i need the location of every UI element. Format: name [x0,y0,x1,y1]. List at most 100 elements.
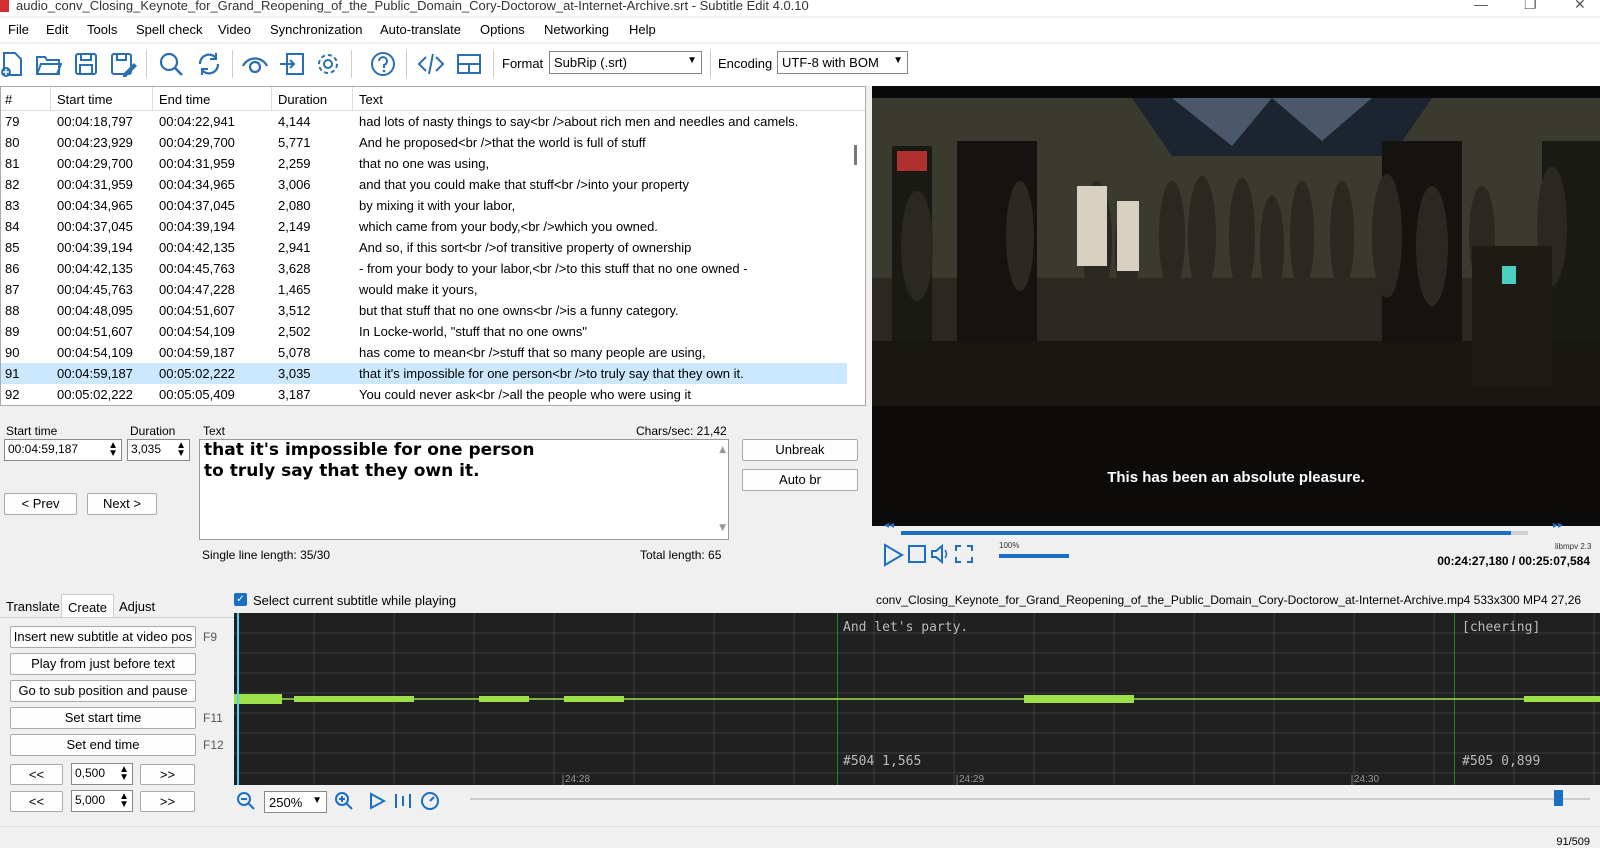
table-row[interactable]: 90 00:04:54,109 00:04:59,187 5,078 has come … [1,342,847,363]
stop-icon[interactable] [907,544,927,564]
goto-sub-pause-button[interactable]: Go to sub position and pause [10,680,196,702]
set-start-time-button[interactable]: Set start time [10,707,196,729]
table-row[interactable]: 88 00:04:48,095 00:04:51,607 3,512 but that … [1,300,847,321]
play-icon[interactable] [881,543,905,567]
spin-arrows-icon[interactable]: ▲ ▼ [119,765,129,783]
table-row[interactable]: 81 00:04:29,700 00:04:31,959 2,259 that no o… [1,153,847,174]
menu-video[interactable]: Video [218,22,251,37]
grid-scrollbar[interactable] [854,145,857,165]
minimize-icon[interactable]: — [1474,0,1488,11]
save-as-icon[interactable] [109,50,137,78]
spin-arrows-icon[interactable]: ▲ ▼ [176,441,186,459]
encoding-select[interactable]: UTF-8 with BOM ▼ [777,51,908,74]
maximize-icon[interactable]: ❐ [1524,0,1537,11]
menu-help[interactable]: Help [629,22,656,37]
settings-icon[interactable] [314,50,342,78]
column-separator[interactable] [152,87,153,111]
volume-icon[interactable] [930,544,952,564]
menu-options[interactable]: Options [480,22,525,37]
tab-adjust[interactable]: Adjust [113,594,161,618]
table-row[interactable]: 80 00:04:23,929 00:04:29,700 5,771 And he pr… [1,132,847,153]
subtitle-text-editor[interactable]: that it's impossible for one person to t… [199,439,729,540]
tab-create[interactable]: Create [61,594,115,618]
row-start-time: 00:04:23,929 [57,135,133,150]
jump-back-button[interactable]: << [10,791,63,812]
new-file-icon[interactable] [0,50,26,78]
next-button[interactable]: Next > [87,493,157,515]
scroll-up-icon[interactable]: ▲ [719,440,726,461]
visual-sync-icon[interactable] [241,50,269,78]
fix-common-errors-icon[interactable] [278,50,306,78]
menu-networking[interactable]: Networking [544,22,609,37]
col-text[interactable]: Text [359,92,383,107]
start-time-input[interactable]: 00:04:59,187 ▲ ▼ [4,439,122,461]
layout-icon[interactable] [455,50,483,78]
jump-forward-button[interactable]: >> [140,791,195,812]
table-row[interactable]: 92 00:05:02,222 00:05:05,409 3,187 You could… [1,384,847,405]
step-back-button[interactable]: << [10,764,63,785]
step-forward-button[interactable]: >> [140,764,195,785]
table-row[interactable]: 83 00:04:34,965 00:04:37,045 2,080 by mixing… [1,195,847,216]
playback-speed-icon[interactable] [420,791,440,811]
waveform-position-track[interactable] [470,798,1590,800]
zoom-in-icon[interactable] [334,791,354,811]
play-before-text-button[interactable]: Play from just before text [10,653,196,675]
scroll-down-icon[interactable]: ▼ [719,518,726,539]
spin-arrows-icon[interactable]: ▲ ▼ [119,792,129,810]
menu-edit[interactable]: Edit [46,22,68,37]
column-separator[interactable] [50,87,51,111]
tab-translate[interactable]: Translate [0,594,66,618]
spin-arrows-icon[interactable]: ▲ ▼ [108,441,118,459]
subtitle-grid[interactable]: # Start time End time Duration Text 79 00… [0,86,866,406]
set-end-time-button[interactable]: Set end time [10,734,196,756]
table-row[interactable]: 86 00:04:42,135 00:04:45,763 3,628 - from yo… [1,258,847,279]
fullscreen-icon[interactable] [954,544,974,564]
waveform-panel[interactable]: And let's party. [cheering] #504 1,565 #… [234,613,1600,785]
auto-br-button[interactable]: Auto br [742,469,858,491]
table-row[interactable]: 87 00:04:45,763 00:04:47,228 1,465 would mak… [1,279,847,300]
find-icon[interactable] [157,50,185,78]
volume-slider[interactable] [999,554,1069,558]
col-number[interactable]: # [5,92,12,107]
table-row[interactable]: 89 00:04:51,607 00:04:54,109 2,502 In Locke-… [1,321,847,342]
menu-auto-translate[interactable]: Auto-translate [380,22,461,37]
open-folder-icon[interactable] [34,50,62,78]
video-progress[interactable] [901,531,1528,535]
rewind-icon[interactable]: ◂◂ [884,520,894,531]
zoom-select[interactable]: 250% ▼ [264,791,327,813]
step-small-input[interactable]: 0,500 ▲ ▼ [71,763,133,785]
fast-forward-icon[interactable]: ▸▸ [1553,520,1563,531]
table-row[interactable]: 85 00:04:39,194 00:04:42,135 2,941 And so, i… [1,237,847,258]
format-select[interactable]: SubRip (.srt) ▼ [549,51,702,74]
column-separator[interactable] [271,87,272,111]
source-view-icon[interactable] [417,50,445,78]
waveform-center-icon[interactable] [394,792,412,810]
prev-button[interactable]: < Prev [4,493,77,515]
waveform-play-icon[interactable] [368,792,386,810]
col-duration[interactable]: Duration [278,92,327,107]
table-row[interactable]: 84 00:04:37,045 00:04:39,194 2,149 which cam… [1,216,847,237]
zoom-out-icon[interactable] [236,791,256,811]
menu-tools[interactable]: Tools [87,22,117,37]
table-row[interactable]: 79 00:04:18,797 00:04:22,941 4,144 had lots … [1,111,847,132]
column-separator[interactable] [352,87,353,111]
menu-spell-check[interactable]: Spell check [136,22,202,37]
waveform-position-thumb[interactable] [1554,790,1563,806]
col-start-time[interactable]: Start time [57,92,113,107]
replace-icon[interactable] [195,50,223,78]
col-end-time[interactable]: End time [159,92,210,107]
insert-subtitle-button[interactable]: Insert new subtitle at video pos [10,626,196,648]
help-icon[interactable] [369,50,397,78]
select-while-playing-checkbox[interactable]: ✓ [234,593,247,606]
step-large-input[interactable]: 5,000 ▲ ▼ [71,790,133,812]
duration-input[interactable]: 3,035 ▲ ▼ [127,439,190,461]
row-start-time: 00:05:02,222 [57,387,133,402]
video-player[interactable]: This has been an absolute pleasure. [872,86,1600,526]
close-icon[interactable]: ✕ [1574,0,1586,11]
table-row[interactable]: 91 00:04:59,187 00:05:02,222 3,035 that it's… [1,363,847,384]
menu-synchronization[interactable]: Synchronization [270,22,363,37]
menu-file[interactable]: File [8,22,29,37]
table-row[interactable]: 82 00:04:31,959 00:04:34,965 3,006 and that … [1,174,847,195]
unbreak-button[interactable]: Unbreak [742,439,858,461]
save-icon[interactable] [72,50,100,78]
